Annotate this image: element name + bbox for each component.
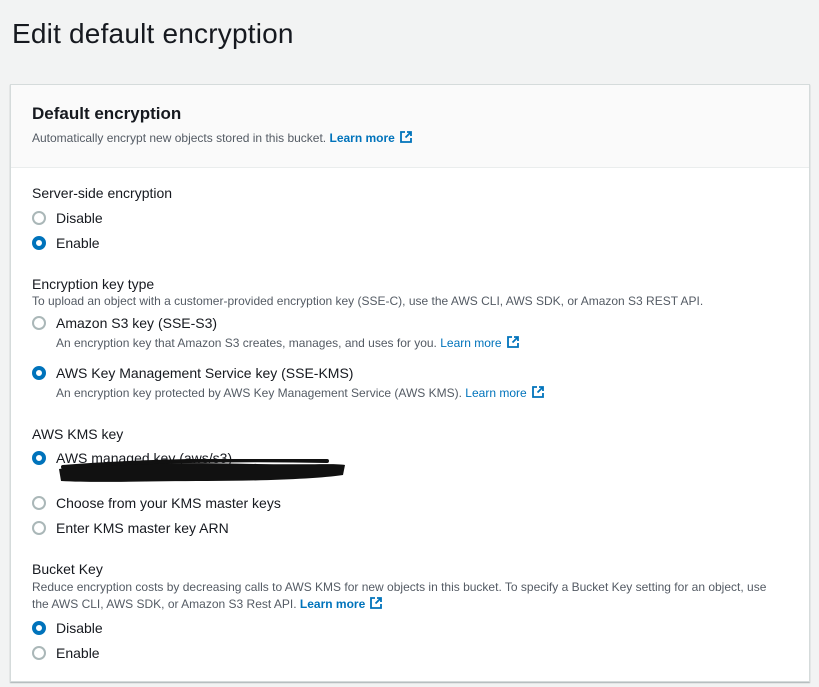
bucket-key-description-line1: Reduce encryption costs by decreasing ca… — [32, 580, 767, 594]
key-type-label: Encryption key type — [32, 276, 155, 292]
external-link-icon — [506, 335, 520, 349]
default-encryption-panel: Default encryption Automatically encrypt… — [10, 84, 810, 682]
radio-button[interactable] — [32, 521, 46, 535]
external-link-icon — [531, 385, 545, 399]
bucket-key-enable-radio[interactable]: Enable — [32, 643, 100, 663]
bucket-key-learn-more-link[interactable]: Learn more — [300, 597, 383, 611]
radio-button-checked[interactable] — [32, 366, 46, 380]
page-title: Edit default encryption — [12, 18, 294, 49]
key-type-description: To upload an object with a customer-prov… — [32, 294, 704, 308]
panel-heading: Default encryption — [32, 104, 182, 123]
sse-s3-description: An encryption key that Amazon S3 creates… — [56, 335, 520, 350]
learn-more-link[interactable]: Learn more — [329, 131, 412, 145]
external-link-icon — [399, 130, 413, 144]
panel-description-text: Automatically encrypt new objects stored… — [32, 131, 327, 145]
enter-kms-arn-radio[interactable]: Enter KMS master key ARN — [32, 518, 229, 538]
sse-kms-description: An encryption key protected by AWS Key M… — [56, 385, 545, 400]
sse-s3-learn-more-link[interactable]: Learn more — [440, 336, 519, 350]
sse-s3-radio[interactable]: Amazon S3 key (SSE-S3) — [32, 313, 217, 333]
radio-button[interactable] — [32, 316, 46, 330]
choose-kms-key-radio[interactable]: Choose from your KMS master keys — [32, 493, 281, 513]
bucket-key-label: Bucket Key — [32, 561, 103, 577]
radio-button[interactable] — [32, 496, 46, 510]
bucket-key-description-line2: the AWS CLI, AWS SDK, or Amazon S3 Rest … — [32, 596, 383, 611]
panel-description: Automatically encrypt new objects stored… — [32, 130, 413, 145]
radio-button-checked[interactable] — [32, 236, 46, 250]
sse-kms-learn-more-link[interactable]: Learn more — [465, 386, 544, 400]
radio-button[interactable] — [32, 646, 46, 660]
radio-button-checked[interactable] — [32, 451, 46, 465]
sse-label: Server-side encryption — [32, 185, 173, 201]
sse-enable-radio[interactable]: Enable — [32, 233, 100, 253]
kms-key-label: AWS KMS key — [32, 426, 124, 442]
radio-button[interactable] — [32, 211, 46, 225]
bucket-key-disable-radio[interactable]: Disable — [32, 618, 103, 638]
panel-header: Default encryption Automatically encrypt… — [11, 85, 809, 168]
radio-button-checked[interactable] — [32, 621, 46, 635]
sse-kms-radio[interactable]: AWS Key Management Service key (SSE-KMS) — [32, 363, 353, 383]
sse-disable-radio[interactable]: Disable — [32, 208, 103, 228]
redaction-mark — [59, 459, 345, 482]
external-link-icon — [369, 596, 383, 610]
